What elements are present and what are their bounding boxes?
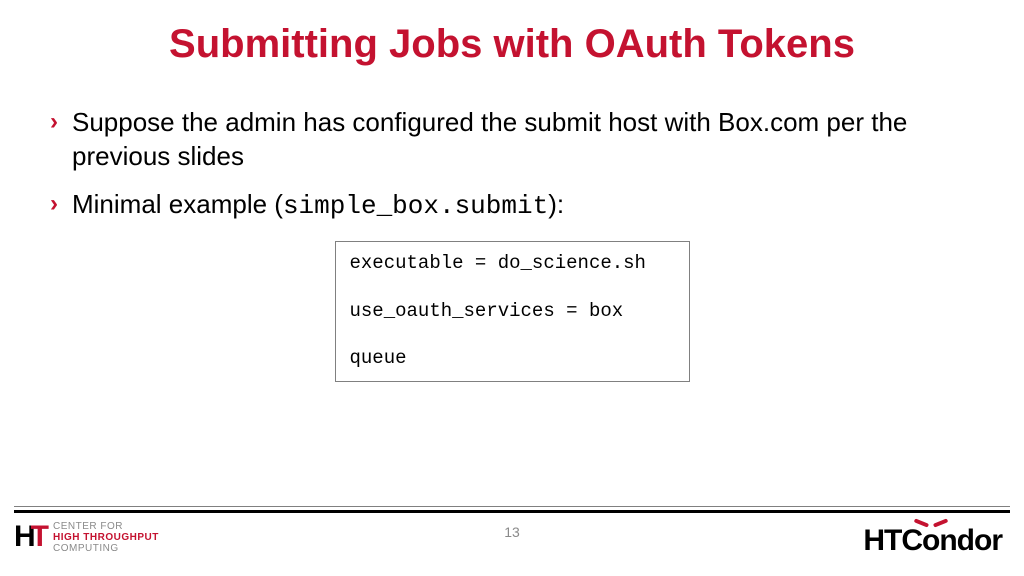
logo-t: T — [31, 520, 47, 554]
bullet-text: Minimal example (simple_box.submit): — [72, 187, 564, 223]
ht-mark-icon: HT — [14, 520, 47, 554]
code-line: use_oauth_services = box — [350, 300, 675, 324]
chtc-line2: HIGH THROUGHPUT — [53, 532, 159, 543]
bullet-item: › Minimal example (simple_box.submit): — [50, 187, 974, 223]
footer-divider-thick — [14, 510, 1010, 513]
htcondor-logo: HTCondor — [863, 524, 1002, 558]
bullet-marker-icon: › — [50, 105, 58, 139]
bullet-text: Suppose the admin has configured the sub… — [72, 105, 974, 173]
logo-o-wrap: o — [922, 524, 939, 558]
code-line — [350, 276, 675, 300]
bullet-suffix: ): — [548, 189, 564, 219]
bullet-item: › Suppose the admin has configured the s… — [50, 105, 974, 173]
code-line: queue — [350, 347, 675, 371]
bullet-code: simple_box.submit — [283, 191, 548, 221]
wing-icon — [916, 517, 946, 529]
code-block: executable = do_science.sh use_oauth_ser… — [335, 241, 690, 382]
chtc-logo: HT CENTER FOR HIGH THROUGHPUT COMPUTING — [14, 520, 159, 554]
chtc-line1: CENTER FOR — [53, 521, 159, 532]
code-line: executable = do_science.sh — [350, 252, 675, 276]
footer-divider-thin — [14, 506, 1010, 507]
code-line — [350, 323, 675, 347]
chtc-line3: COMPUTING — [53, 543, 159, 554]
logo-part2: ndor — [939, 524, 1002, 558]
chtc-text: CENTER FOR HIGH THROUGHPUT COMPUTING — [53, 521, 159, 554]
slide-content: › Suppose the admin has configured the s… — [0, 105, 1024, 382]
bullet-marker-icon: › — [50, 187, 58, 221]
slide-title: Submitting Jobs with OAuth Tokens — [0, 22, 1024, 67]
slide: Submitting Jobs with OAuth Tokens › Supp… — [0, 0, 1024, 576]
slide-footer: 13 HT CENTER FOR HIGH THROUGHPUT COMPUTI… — [0, 506, 1024, 576]
logo-part1: HTC — [863, 524, 922, 558]
bullet-prefix: Minimal example ( — [72, 189, 283, 219]
